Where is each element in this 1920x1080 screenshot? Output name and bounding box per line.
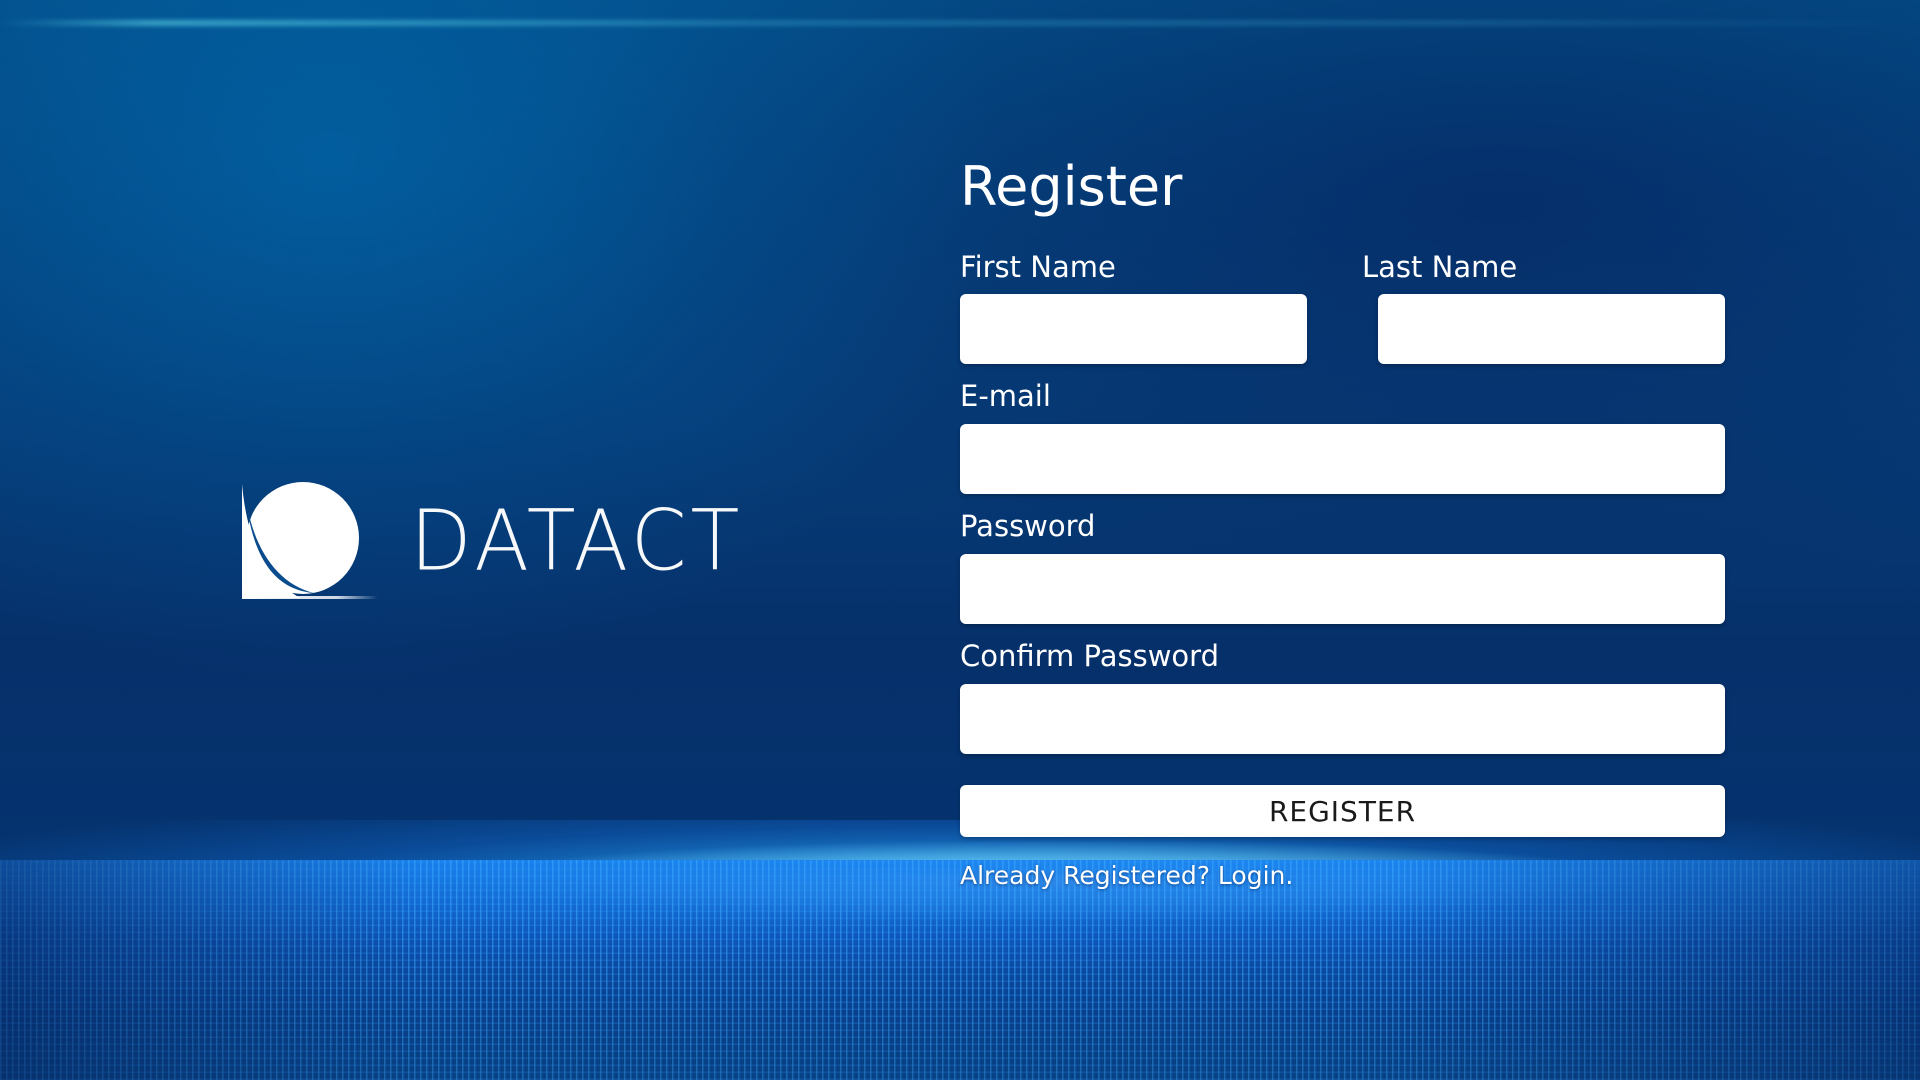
brand-name: DATACT [410,491,744,590]
register-screen: DATACT Register First Name Last Name E-m… [0,0,1920,1080]
password-input[interactable] [960,554,1725,624]
brand-logo: DATACT [240,480,743,602]
email-input[interactable] [960,424,1725,494]
first-name-label: First Name [960,250,1116,284]
logo-icon [242,482,378,599]
wave-shade-left [0,860,420,1080]
top-light-streak [0,20,1920,26]
last-name-input[interactable] [1378,294,1725,364]
login-link[interactable]: Already Registered? Login. [960,861,1293,890]
register-button[interactable]: REGISTER [960,785,1725,837]
password-label: Password [960,509,1096,543]
confirm-password-label: Confirm Password [960,639,1219,673]
wave-shade-right [1400,860,1920,1080]
first-name-input[interactable] [960,294,1307,364]
email-label: E-mail [960,379,1051,413]
confirm-password-input[interactable] [960,684,1725,754]
form-title: Register [960,155,1183,218]
last-name-label: Last Name [1362,250,1518,284]
